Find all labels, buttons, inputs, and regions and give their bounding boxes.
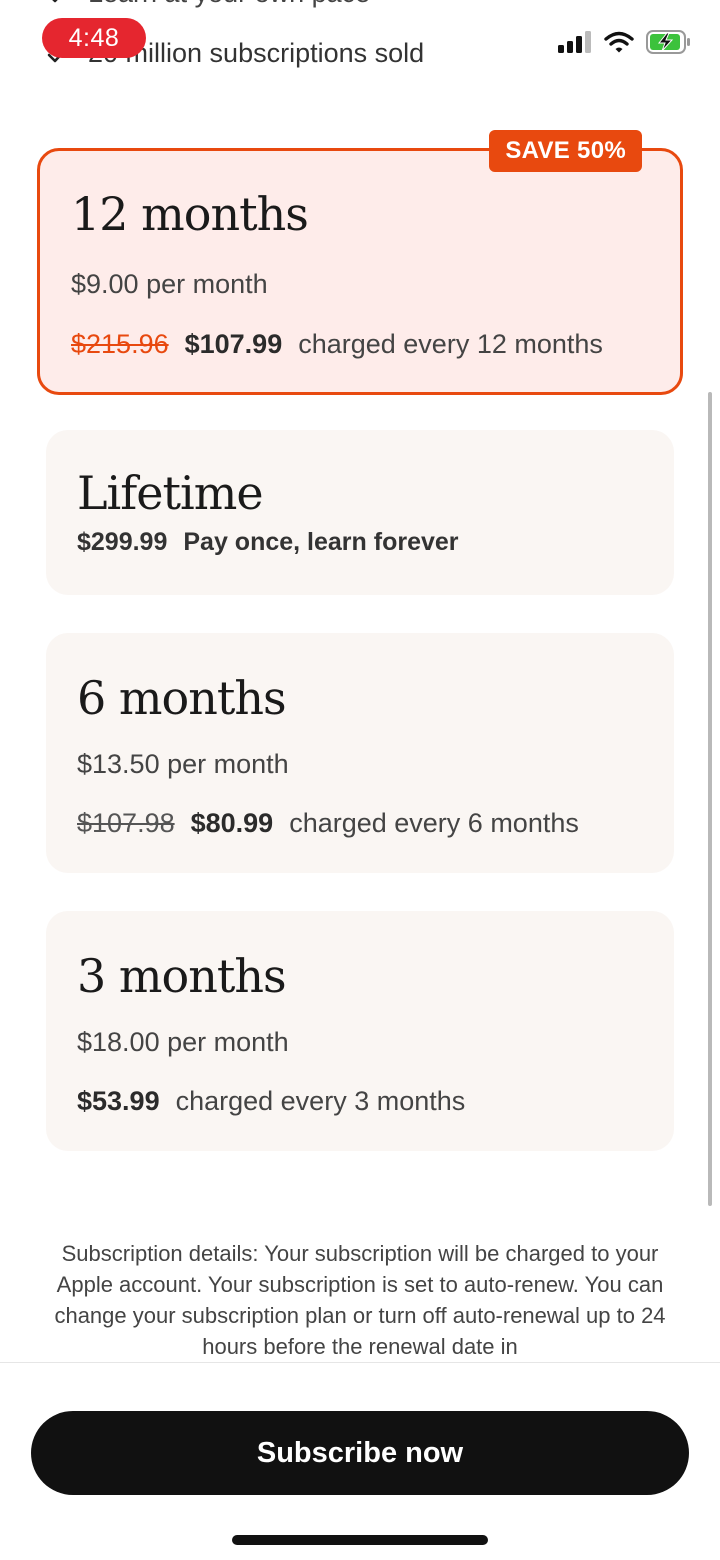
plan-price-row: $215.96 $107.99 charged every 12 months [71,329,603,360]
plan-card-lifetime[interactable]: Lifetime $299.99 Pay once, learn forever [46,430,674,595]
plan-price-row: $299.99 Pay once, learn forever [77,528,459,557]
benefit-item: Learn at your own pace [46,0,370,9]
plan-price: $53.99 [77,1086,160,1116]
billing-period: charged every 12 months [298,329,603,359]
plan-title: 12 months [71,187,309,241]
status-icons [558,30,692,54]
plan-title: 6 months [77,671,287,725]
subscription-details-text: Subscription details: Your subscription … [54,1241,666,1359]
billing-period: charged every 6 months [289,808,579,838]
plan-card-3-months[interactable]: 3 months $18.00 per month $53.99 charged… [46,911,674,1151]
plan-card-6-months[interactable]: 6 months $13.50 per month $107.98 $80.99… [46,633,674,873]
plan-title: 3 months [77,949,287,1003]
plan-per-month: $9.00 per month [71,269,268,299]
check-icon [52,0,58,2]
plan-per-month: $13.50 per month [77,749,289,779]
status-time: 4:48 [42,18,146,58]
plan-card-12-months[interactable]: SAVE 50% 12 months $9.00 per month $215.… [37,130,683,395]
plan-price-row: $107.98 $80.99 charged every 6 months [77,808,579,839]
plan-title: Lifetime [77,466,264,520]
scrollbar[interactable] [708,392,712,1206]
billing-period: charged every 3 months [175,1086,466,1116]
lifetime-description: Pay once, learn forever [183,528,459,556]
battery-charging-icon [646,30,690,54]
original-price: $215.96 [71,329,169,359]
subscribe-now-button[interactable]: Subscribe now [31,1411,689,1495]
lifetime-price: $299.99 [77,528,168,556]
wifi-icon [604,31,634,53]
benefit-label: Learn at your own pace [88,0,370,9]
original-price: $107.98 [77,808,175,838]
bottom-action-panel: Subscribe now [0,1362,720,1560]
plan-per-month: $18.00 per month [77,1027,289,1057]
cellular-signal-icon [558,31,591,53]
plan-price-row: $53.99 charged every 3 months [77,1086,465,1117]
discounted-price: $80.99 [190,808,274,838]
home-indicator [232,1535,488,1545]
save-badge: SAVE 50% [489,130,642,172]
discounted-price: $107.99 [184,329,283,359]
